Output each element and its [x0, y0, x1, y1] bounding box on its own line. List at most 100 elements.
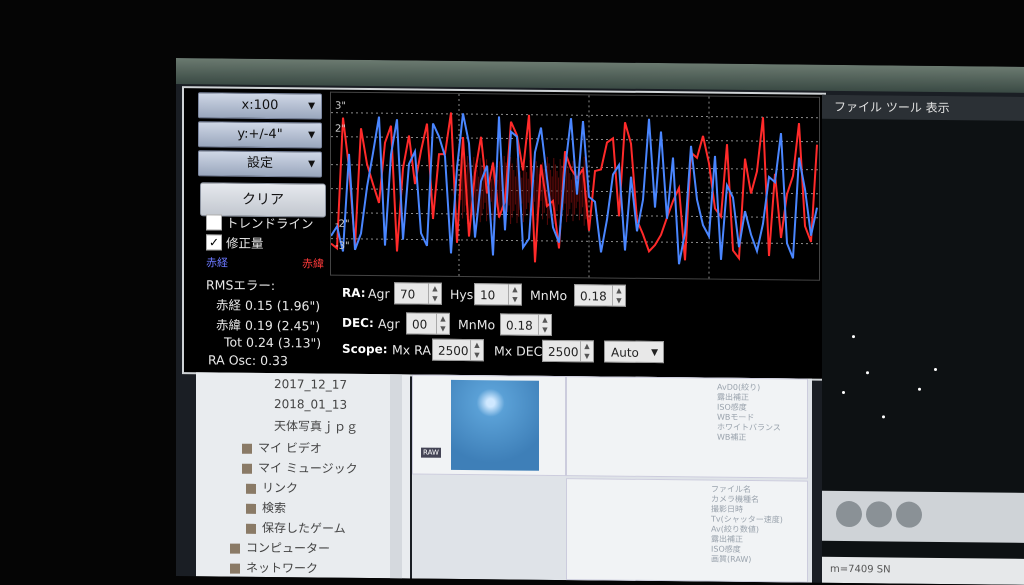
tree-item[interactable]: コンピューター — [230, 539, 330, 557]
tree-item[interactable]: マイ ミュージック — [242, 459, 358, 477]
ra-label: RA: — [342, 285, 366, 300]
dec-agr-spinner[interactable]: 00 ▲ ▼ — [406, 312, 450, 335]
tree-item-label: マイ ミュージック — [258, 460, 358, 476]
dec-agr-value: 00 — [412, 317, 428, 332]
tree-item[interactable]: ネットワーク — [230, 559, 318, 577]
ra-mnmo-spinner[interactable]: 0.18 ▲ ▼ — [574, 284, 626, 307]
tree-item-label: ネットワーク — [246, 560, 319, 576]
tree-item-label: 天体写真ｊｐｇ — [274, 419, 359, 434]
monitor-screen: x:100 ▼ y:+/-4" ▼ 設定 ▼ クリア トレンドライン ✓ 修正量… — [176, 58, 1024, 585]
tree-item[interactable]: 天体写真ｊｐｇ — [274, 417, 358, 435]
music-folder-icon — [242, 463, 252, 474]
tree-item[interactable]: 2018_01_13 — [274, 397, 347, 412]
network-icon — [230, 563, 240, 574]
image-browser: RAW AvD0(絞り) 露出補正 ISO感度 WBモード ホワイトバランス W… — [412, 374, 812, 583]
video-folder-icon — [242, 443, 252, 454]
tree-item-label: 保存したゲーム — [262, 520, 346, 536]
spin-arrows-icon[interactable]: ▲ ▼ — [538, 314, 551, 335]
spin-arrows-icon[interactable]: ▲ ▼ — [436, 313, 449, 334]
spin-arrows-icon[interactable]: ▲ ▼ — [612, 285, 625, 306]
trendline-checkbox[interactable] — [206, 214, 222, 231]
chevron-down-icon: ▼ — [308, 130, 315, 141]
tree-item[interactable]: リンク — [246, 479, 298, 497]
mx-ra-spinner[interactable]: 2500 ▲ ▼ — [432, 338, 484, 362]
ra-mnmo-value: 0.18 — [580, 289, 607, 304]
image-info-card: AvD0(絞り) 露出補正 ISO感度 WBモード ホワイトバランス WB補正 — [566, 376, 808, 479]
y-tick: 3" — [335, 100, 346, 112]
refresh-icon[interactable] — [866, 501, 892, 528]
grid-line — [331, 112, 819, 119]
image-card[interactable]: RAW — [412, 374, 566, 477]
ra-agr-value: 70 — [400, 287, 416, 302]
spin-arrows-icon[interactable]: ▲ ▼ — [580, 341, 593, 362]
ra-oscillation: RA Osc: 0.33 — [208, 352, 288, 369]
tree-item[interactable]: 2017_12_17 — [274, 377, 347, 392]
spin-arrows-icon[interactable]: ▲ ▼ — [470, 340, 483, 361]
search-folder-icon — [246, 503, 256, 514]
thumbnail-image[interactable] — [451, 379, 539, 471]
y-scale-dropdown[interactable]: y:+/-4" ▼ — [198, 121, 322, 149]
settings-label: 設定 — [246, 155, 273, 172]
rms-ra: 赤経 0.15 (1.96") — [216, 297, 321, 314]
guide-graph-canvas — [331, 93, 819, 279]
dec-agr-label: Agr — [378, 316, 400, 332]
spin-arrows-icon[interactable]: ▲ ▼ — [508, 284, 521, 305]
ra-agr-spinner[interactable]: 70 ▲ ▼ — [394, 282, 442, 305]
y-tick: 2" — [335, 123, 346, 135]
tree-scrollbar[interactable] — [390, 374, 402, 579]
dec-mnmo-spinner[interactable]: 0.18 ▲ ▼ — [500, 313, 552, 336]
tree-item-label: 2017_12_17 — [274, 377, 348, 392]
folder-tree: 2017_12_17 2018_01_13 天体写真ｊｐｇ マイ ビデオ マイ … — [196, 372, 410, 579]
star — [852, 335, 855, 339]
spin-arrows-icon[interactable]: ▲ ▼ — [428, 283, 441, 304]
rms-dec: 赤緯 0.19 (2.45") — [216, 317, 321, 334]
menu-bar[interactable]: ファイル ツール 表示 — [822, 94, 1024, 121]
scope-mode-value: Auto — [611, 345, 639, 360]
star — [918, 387, 921, 391]
edit-icon[interactable] — [836, 500, 862, 528]
x-scale-label: x:100 — [241, 97, 279, 114]
tree-item[interactable]: 検索 — [246, 499, 286, 516]
tree-item-label: 検索 — [262, 500, 287, 516]
x-scale-dropdown[interactable]: x:100 ▼ — [198, 92, 322, 120]
meta-line: ISO感度 — [717, 402, 747, 412]
metadata-list: ファイル名 カメラ機種名 撮影日時 Tv(シャッター速度) Av(絞り数値) 露… — [711, 485, 783, 566]
dec-trace — [331, 112, 818, 263]
settings-dropdown[interactable]: 設定 ▼ — [198, 150, 322, 178]
hys-spinner[interactable]: 10 ▲ ▼ — [474, 283, 522, 306]
star — [934, 367, 937, 371]
ra-mnmo-label: MnMo — [530, 287, 568, 304]
mx-dec-spinner[interactable]: 2500 ▲ ▼ — [542, 339, 594, 363]
tree-item-label: コンピューター — [246, 540, 331, 556]
tree-item[interactable]: 保存したゲーム — [246, 519, 346, 537]
mx-dec-value: 2500 — [548, 344, 579, 360]
camera-toolbar — [822, 490, 1024, 543]
y-scale-label: y:+/-4" — [237, 126, 283, 143]
trendline-label: トレンドライン — [226, 215, 314, 232]
camera-window: ファイル ツール 表示 m=7409 SN — [822, 94, 1024, 585]
dec-label: DEC: — [342, 315, 374, 331]
meta-line: 露出補正 — [717, 392, 749, 403]
legend-ra: 赤経 — [206, 256, 228, 270]
mx-ra-value: 2500 — [438, 343, 469, 359]
meta-line: WBモード — [717, 412, 755, 423]
chevron-down-icon: ▼ — [308, 159, 315, 170]
tree-item-label: マイ ビデオ — [258, 440, 322, 456]
metadata-list: AvD0(絞り) 露出補正 ISO感度 WBモード ホワイトバランス WB補正 — [717, 383, 781, 444]
record-icon[interactable] — [896, 501, 922, 528]
link-folder-icon — [246, 483, 256, 494]
guide-graph: 3" 2" -2" -3" — [330, 91, 820, 281]
correction-checkbox[interactable]: ✓ — [206, 234, 222, 251]
rms-title: RMSエラー: — [206, 277, 276, 294]
grid-line — [331, 136, 819, 143]
chevron-down-icon: ▼ — [308, 101, 315, 112]
tree-item[interactable]: マイ ビデオ — [242, 439, 322, 457]
hys-value: 10 — [480, 288, 496, 303]
scope-mode-select[interactable]: Auto ▼ — [604, 340, 664, 364]
legend-dec: 赤緯 — [302, 257, 324, 271]
guide-graph-panel: x:100 ▼ y:+/-4" ▼ 設定 ▼ クリア トレンドライン ✓ 修正量… — [182, 86, 826, 381]
star — [882, 415, 885, 419]
meta-line: AvD0(絞り) — [717, 382, 761, 393]
chevron-down-icon: ▼ — [651, 347, 658, 359]
meta-line: ホワイトバランス — [717, 422, 781, 433]
